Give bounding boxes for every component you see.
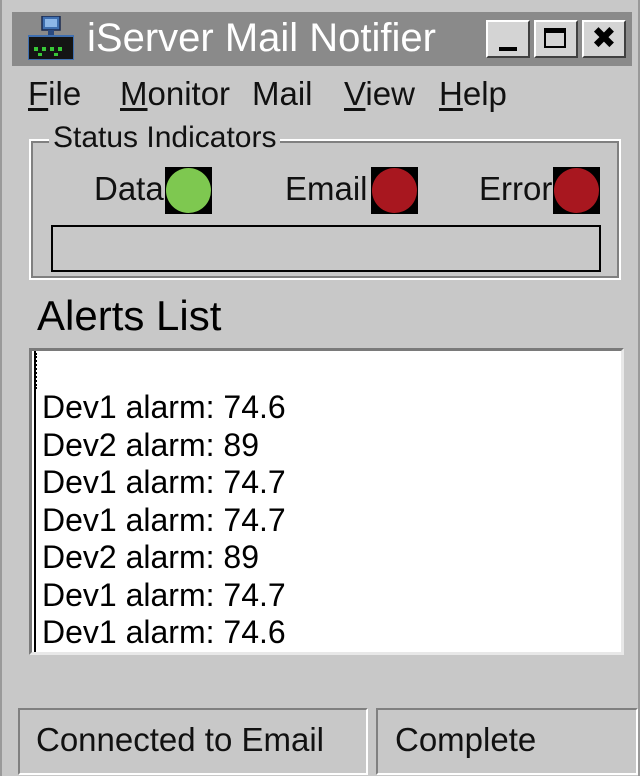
connection-status: Connected to Email [18, 708, 368, 775]
app-window: iServer Mail Notifier ✖ File Monitor Mai… [0, 0, 640, 776]
menu-mail[interactable]: Mail [252, 74, 313, 114]
list-item[interactable]: Dev2 alarm: 89 [42, 427, 286, 465]
minimize-icon [499, 47, 517, 51]
list-item[interactable]: Dev1 alarm: 74.6 [42, 389, 286, 427]
menu-monitor-label: onitor [147, 75, 231, 112]
status-message-field [51, 225, 601, 272]
menu-mail-label: Mail [252, 75, 313, 112]
menu-file-mnemonic: F [28, 75, 49, 112]
alerts-listbox[interactable]: Dev1 alarm: 74.6 Dev2 alarm: 89 Dev1 ala… [29, 348, 624, 655]
data-status-light-icon [166, 168, 211, 213]
list-item[interactable]: Dev1 alarm: 74.7 [42, 577, 286, 615]
email-indicator-label: Email [285, 170, 368, 207]
error-status-light-icon [554, 168, 599, 213]
status-indicators-title: Status Indicators [49, 118, 281, 158]
menu-monitor-mnemonic: M [120, 75, 148, 112]
list-item[interactable]: Dev1 alarm: 74.7 [42, 502, 286, 540]
error-indicator-label: Error [479, 170, 553, 207]
window-title: iServer Mail Notifier [87, 16, 436, 60]
email-status-light-icon [372, 168, 417, 213]
menu-help-mnemonic: H [439, 75, 463, 112]
menu-monitor[interactable]: Monitor [120, 74, 230, 114]
close-icon: ✖ [591, 21, 617, 56]
alerts-rows: Dev1 alarm: 74.6 Dev2 alarm: 89 Dev1 ala… [42, 389, 286, 652]
minimize-button[interactable] [486, 20, 530, 58]
progress-status: Complete [376, 708, 638, 775]
email-indicator-led [371, 167, 418, 214]
menu-help-label: elp [462, 75, 507, 112]
app-icon [28, 16, 74, 60]
data-indicator-label: Data [94, 170, 164, 207]
menu-view[interactable]: View [344, 74, 415, 114]
maximize-icon [544, 28, 566, 48]
menu-file[interactable]: File [28, 74, 81, 114]
alerts-list-title: Alerts List [37, 292, 222, 339]
menu-help[interactable]: Help [439, 74, 507, 114]
maximize-button[interactable] [534, 20, 578, 58]
menu-bar: File Monitor Mail View Help [2, 70, 638, 116]
list-item[interactable]: Dev1 alarm: 74.7 [42, 464, 286, 502]
close-button[interactable]: ✖ [582, 20, 626, 58]
focus-caret [35, 353, 38, 389]
menu-view-label: iew [365, 75, 415, 112]
error-indicator-led [553, 167, 600, 214]
status-bar: Connected to Email Complete [2, 705, 638, 776]
menu-view-mnemonic: V [344, 75, 366, 112]
list-item[interactable]: Dev2 alarm: 89 [42, 539, 286, 577]
data-indicator-led [165, 167, 212, 214]
title-bar[interactable]: iServer Mail Notifier ✖ [12, 12, 632, 66]
list-item[interactable]: Dev1 alarm: 74.6 [42, 614, 286, 652]
listbox-edge [34, 351, 36, 652]
menu-file-label: ile [48, 75, 82, 112]
